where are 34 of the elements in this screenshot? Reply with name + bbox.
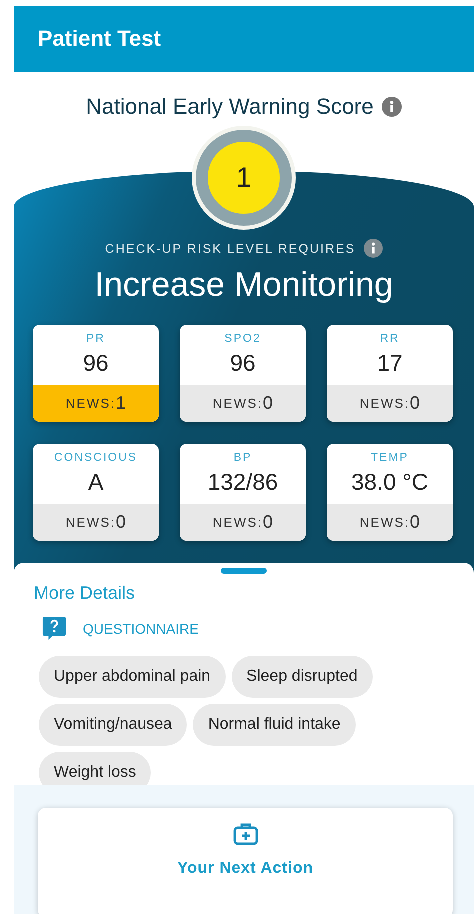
drag-handle[interactable] <box>221 568 267 574</box>
vital-label: TEMP <box>370 451 410 464</box>
symptom-chip[interactable]: Sleep disrupted <box>232 656 373 698</box>
app-title: Patient Test <box>38 26 162 52</box>
vital-label: PR <box>86 332 106 345</box>
first-aid-kit-icon <box>232 822 258 846</box>
risk-caption: CHECK-UP RISK LEVEL REQUIRES <box>105 242 356 256</box>
news-score: NEWS:0 <box>180 385 306 422</box>
vital-value: 96 <box>82 349 110 378</box>
news-score: NEWS:1 <box>33 385 159 422</box>
question-bubble-icon <box>42 616 67 641</box>
symptom-chip[interactable]: Normal fluid intake <box>193 704 356 746</box>
vital-label: CONSCIOUS <box>53 451 139 464</box>
section-label: QUESTIONNAIRE <box>83 620 199 636</box>
vital-label: SPO2 <box>224 332 262 345</box>
vital-value: 96 <box>229 349 257 378</box>
risk-action: Increase Monitoring <box>94 266 394 305</box>
news-score: NEWS:0 <box>327 385 453 422</box>
news-score: NEWS:0 <box>327 504 453 541</box>
symptom-chip[interactable]: Weight loss <box>39 752 152 785</box>
vital-value: A <box>87 468 105 497</box>
symptom-chip[interactable]: Upper abdominal pain <box>39 656 226 698</box>
symptom-chip[interactable]: Vomiting/nausea <box>39 704 188 746</box>
info-icon[interactable] <box>382 97 402 117</box>
info-icon[interactable] <box>364 239 383 258</box>
vital-label: BP <box>232 451 254 464</box>
details-title: More Details <box>34 583 136 604</box>
vital-value: 132/86 <box>206 468 280 497</box>
vital-value: 38.0 °C <box>350 468 430 497</box>
news-score: NEWS:0 <box>33 504 159 541</box>
vital-label: RR <box>379 332 401 345</box>
news-score: NEWS:0 <box>180 504 306 541</box>
vital-value: 17 <box>376 349 404 378</box>
score-title: National Early Warning Score <box>86 94 374 120</box>
